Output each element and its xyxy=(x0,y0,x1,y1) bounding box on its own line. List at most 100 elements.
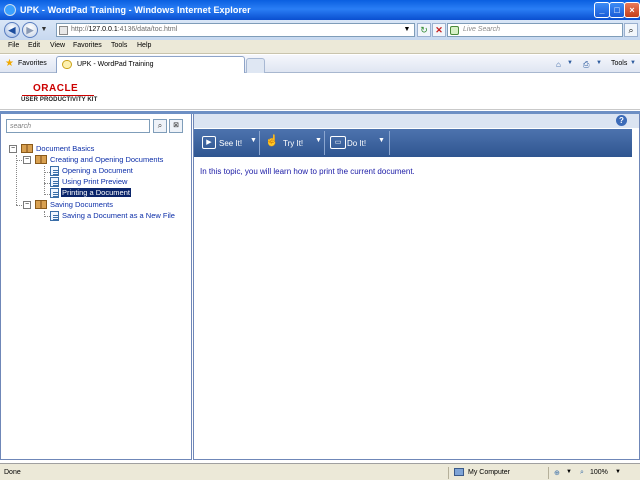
favorites-star-icon[interactable]: ★ xyxy=(5,58,14,69)
collapse-icon[interactable]: − xyxy=(23,156,31,164)
tools-dropdown-icon[interactable]: ▼ xyxy=(630,60,636,66)
address-toolbar: ◀ ▶ ▼ http://127.0.0.1:4136/data/toc.htm… xyxy=(0,20,640,40)
menu-favorites[interactable]: Favorites xyxy=(73,42,102,49)
toc-topic-save-as-new[interactable]: Saving a Document as a New File xyxy=(50,211,189,222)
browser-tab[interactable]: UPK - WordPad Training xyxy=(56,56,245,73)
tab-title: UPK - WordPad Training xyxy=(77,61,154,68)
stop-button[interactable]: ✕ xyxy=(432,23,446,37)
close-button[interactable]: × xyxy=(624,2,640,18)
menu-view[interactable]: View xyxy=(50,42,65,49)
zoom-icon[interactable]: ⌕ xyxy=(580,469,584,477)
status-separator xyxy=(548,467,549,479)
status-text: Done xyxy=(4,469,21,476)
live-search-placeholder: Live Search xyxy=(463,26,500,33)
address-dropdown-icon[interactable]: ▼ xyxy=(401,24,413,36)
new-tab-button[interactable] xyxy=(246,58,265,73)
home-icon[interactable]: ⌂ xyxy=(556,60,561,69)
tools-button[interactable]: Tools xyxy=(611,60,627,67)
toc-search-input[interactable]: search xyxy=(6,119,150,133)
toc-item-label: Saving a Document as a New File xyxy=(62,211,175,220)
tree-connector xyxy=(16,155,17,205)
see-it-label: See It! xyxy=(219,139,243,148)
do-it-button[interactable]: ▭ Do It! ▼ xyxy=(326,131,388,155)
toc-book-saving-documents[interactable]: − Saving Documents xyxy=(23,200,189,211)
try-it-label: Try It! xyxy=(283,139,304,148)
do-it-label: Do It! xyxy=(347,139,367,148)
toc-topic-print-preview[interactable]: Using Print Preview xyxy=(50,177,189,188)
menu-help[interactable]: Help xyxy=(137,42,151,49)
do-it-window-icon: ▭ xyxy=(330,136,346,149)
toc-item-label: Creating and Opening Documents xyxy=(50,155,164,164)
menu-tools[interactable]: Tools xyxy=(111,42,127,49)
hand-pointer-icon: ☝ xyxy=(265,135,279,147)
collapse-icon[interactable]: − xyxy=(23,201,31,209)
forward-button[interactable]: ▶ xyxy=(22,22,38,38)
print-icon[interactable]: ⎙ xyxy=(583,60,589,70)
topic-intro-text: In this topic, you will learn how to pri… xyxy=(200,167,415,176)
url-text: http://127.0.0.1:4136/data/toc.html xyxy=(71,26,178,33)
live-search-icon xyxy=(450,26,459,35)
tree-connector xyxy=(44,166,45,195)
toc-book-document-basics[interactable]: − Document Basics xyxy=(9,144,189,155)
live-search-input[interactable]: Live Search xyxy=(447,23,623,37)
toc-item-label: Saving Documents xyxy=(50,200,113,209)
favorites-button[interactable]: Favorites xyxy=(18,60,47,67)
oracle-logo: ORACLE xyxy=(33,83,79,94)
see-it-dropdown-icon[interactable]: ▼ xyxy=(250,137,257,144)
toc-item-label: Opening a Document xyxy=(62,166,133,175)
window-title: UPK - WordPad Training - Windows Interne… xyxy=(20,5,251,15)
mode-separator xyxy=(324,131,325,155)
mode-separator xyxy=(259,131,260,155)
recent-pages-dropdown-icon[interactable]: ▼ xyxy=(40,24,48,36)
toc-topic-opening-document[interactable]: Opening a Document xyxy=(50,166,189,177)
minimize-button[interactable]: _ xyxy=(594,2,610,18)
refresh-button[interactable]: ↻ xyxy=(417,23,431,37)
play-icon: ▶ xyxy=(202,136,216,149)
home-dropdown-icon[interactable]: ▼ xyxy=(567,60,573,66)
toc-topic-printing-document[interactable]: Printing a Document xyxy=(50,188,189,199)
toc-item-label-selected: Printing a Document xyxy=(61,188,131,197)
status-separator xyxy=(448,467,449,479)
status-bar: Done My Computer ⊕ ▼ ⌕ 100% ▼ xyxy=(0,463,640,480)
toc-clear-search-icon[interactable]: ⊠ xyxy=(169,119,183,133)
do-it-dropdown-icon[interactable]: ▼ xyxy=(378,137,385,144)
see-it-button[interactable]: ▶ See It! ▼ xyxy=(198,131,258,155)
tab-page-icon xyxy=(62,60,72,69)
topic-icon xyxy=(50,188,59,198)
topic-icon xyxy=(50,166,59,176)
back-button[interactable]: ◀ xyxy=(4,22,20,38)
topic-icon xyxy=(50,211,59,221)
book-icon xyxy=(35,155,47,164)
book-icon xyxy=(21,144,33,153)
maximize-button[interactable]: □ xyxy=(609,2,625,18)
try-it-dropdown-icon[interactable]: ▼ xyxy=(315,137,322,144)
book-icon xyxy=(35,200,47,209)
address-input[interactable]: http://127.0.0.1:4136/data/toc.html xyxy=(56,23,415,37)
protected-mode-dropdown-icon[interactable]: ▼ xyxy=(566,469,572,475)
protected-mode-icon[interactable]: ⊕ xyxy=(554,469,560,477)
upk-header: ORACLE USER PRODUCTIVITY KIT xyxy=(0,74,640,110)
toc-book-creating-opening[interactable]: − Creating and Opening Documents xyxy=(23,155,189,166)
search-go-button[interactable]: ⌕ xyxy=(624,23,638,37)
zoom-dropdown-icon[interactable]: ▼ xyxy=(615,469,621,475)
topic-pane xyxy=(193,114,640,460)
page-icon xyxy=(59,26,68,35)
toc-search-placeholder: search xyxy=(10,123,32,130)
menu-file[interactable]: File xyxy=(8,42,19,49)
print-dropdown-icon[interactable]: ▼ xyxy=(596,60,602,66)
toc-search-icon[interactable]: ⌕ xyxy=(153,119,167,133)
logo-divider xyxy=(22,95,94,96)
zoom-level[interactable]: 100% xyxy=(590,469,608,476)
favorites-bar: ★ Favorites UPK - WordPad Training ⌂ ▼ ⎙… xyxy=(0,55,640,73)
try-it-button[interactable]: ☝ Try It! ▼ xyxy=(261,131,323,155)
collapse-icon[interactable]: − xyxy=(9,145,17,153)
ie-logo-icon xyxy=(4,4,16,16)
mode-separator xyxy=(389,131,390,155)
topic-icon xyxy=(50,177,59,187)
help-icon[interactable]: ? xyxy=(616,115,627,126)
menu-edit[interactable]: Edit xyxy=(28,42,40,49)
window-title-bar: UPK - WordPad Training - Windows Interne… xyxy=(0,0,640,20)
my-computer-icon xyxy=(454,468,464,476)
menu-bar: File Edit View Favorites Tools Help xyxy=(0,40,640,54)
security-zone: My Computer xyxy=(468,469,511,476)
